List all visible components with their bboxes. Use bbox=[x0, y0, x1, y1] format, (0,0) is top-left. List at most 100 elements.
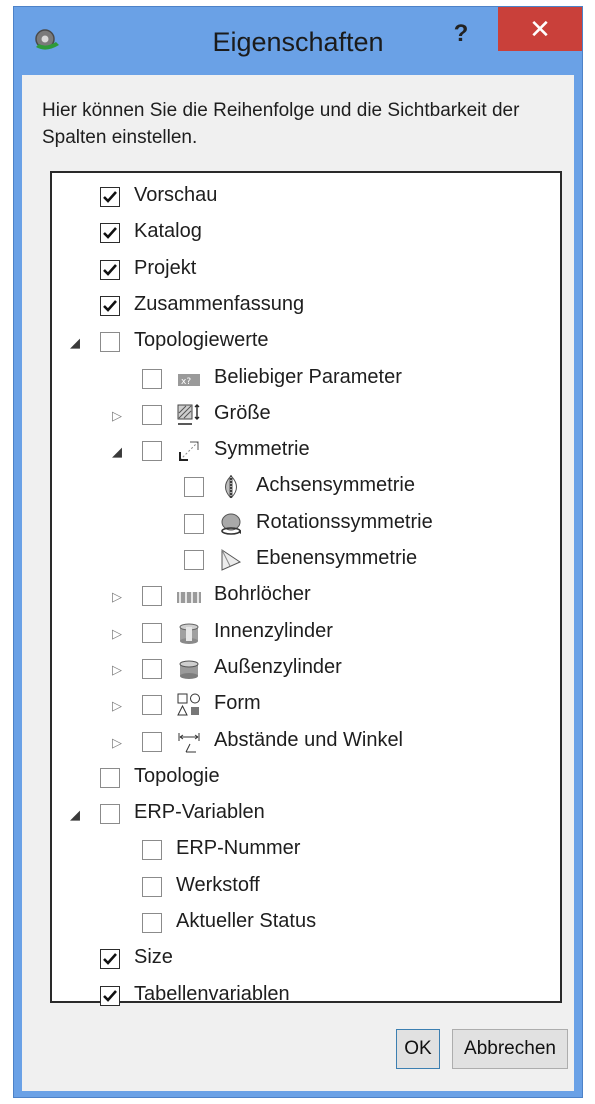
expand-arrow-icon[interactable]: ▷ bbox=[110, 589, 124, 605]
tree-item[interactable]: Werkstoff bbox=[52, 871, 560, 907]
tree-item-label: Aktueller Status bbox=[176, 910, 317, 932]
dialog-body: Hier können Sie die Reihenfolge und die … bbox=[22, 75, 574, 1091]
tree-item-label: Katalog bbox=[134, 220, 202, 243]
close-button[interactable]: ✕ bbox=[498, 7, 582, 51]
svg-text:x?: x? bbox=[181, 377, 191, 387]
expand-arrow-icon[interactable]: ▷ bbox=[110, 408, 124, 424]
tree-item[interactable]: ▷ Bohrlöcher bbox=[52, 580, 560, 616]
tree-item-checkbox[interactable] bbox=[142, 731, 162, 752]
tree-item[interactable]: ▷ Form bbox=[52, 689, 560, 725]
tree-item-checkbox[interactable] bbox=[142, 876, 162, 897]
tree-item-checkbox[interactable] bbox=[142, 368, 162, 389]
tree-item-label: Innenzylinder bbox=[214, 619, 333, 642]
distance-angle-icon bbox=[176, 729, 202, 755]
tree-item-checkbox[interactable] bbox=[142, 913, 162, 933]
tree-item[interactable]: x? Beliebiger Parameter bbox=[52, 363, 560, 399]
tree-item-checkbox[interactable] bbox=[142, 658, 162, 679]
tree-item-label: Topologiewerte bbox=[134, 329, 269, 352]
tree-item-checkbox[interactable] bbox=[142, 404, 162, 425]
collapse-arrow-icon[interactable]: ◢ bbox=[68, 335, 82, 351]
tree-item-checkbox[interactable] bbox=[100, 949, 120, 970]
shape-icon bbox=[176, 692, 202, 718]
tree-item-checkbox[interactable] bbox=[142, 840, 162, 861]
columns-tree[interactable]: Vorschau Katalog Projekt Zusammenfassung ◢ To… bbox=[50, 171, 562, 1006]
tree-item-label: Werkstoff bbox=[176, 873, 260, 896]
tree-item-checkbox[interactable] bbox=[184, 550, 204, 570]
description-text: Hier können Sie die Reihenfolge und die … bbox=[42, 100, 520, 148]
ok-button[interactable]: OK bbox=[396, 1029, 440, 1069]
parameter-icon: x? bbox=[176, 366, 202, 392]
tree-item[interactable]: ◢ Symmetrie bbox=[52, 435, 560, 471]
tree-item[interactable]: Size bbox=[52, 943, 560, 979]
expand-arrow-icon[interactable]: ▷ bbox=[110, 626, 124, 642]
tree-item[interactable]: ◢ ERP-Variablen bbox=[52, 798, 560, 834]
tree-item[interactable]: Ebenensymmetrie bbox=[52, 544, 560, 580]
tree-item-label: Projekt bbox=[134, 256, 197, 279]
tree-item-checkbox[interactable] bbox=[142, 695, 162, 716]
holes-icon bbox=[176, 583, 202, 609]
tree-item[interactable]: Achsensymmetrie bbox=[52, 471, 560, 507]
inner-cylinder-icon bbox=[176, 620, 202, 646]
expand-arrow-icon[interactable]: ▷ bbox=[110, 735, 124, 751]
outer-cylinder-icon bbox=[176, 656, 202, 682]
tree-item-label: Beliebiger Parameter bbox=[214, 365, 402, 388]
tree-item-checkbox[interactable] bbox=[100, 804, 120, 825]
tree-item[interactable]: ◢ Topologiewerte bbox=[52, 326, 560, 362]
tree-item[interactable]: Vorschau bbox=[52, 181, 560, 217]
cancel-button[interactable]: Abbrechen bbox=[452, 1029, 568, 1069]
size-icon bbox=[176, 402, 202, 428]
tree-item[interactable]: Katalog bbox=[52, 217, 560, 253]
tree-item-label: Tabellenvariablen bbox=[134, 982, 290, 1005]
tree-item-label: Size bbox=[134, 946, 173, 969]
tree-item[interactable]: Projekt bbox=[52, 254, 560, 290]
collapse-arrow-icon[interactable]: ◢ bbox=[68, 807, 82, 823]
tree-item-label: ERP-Variablen bbox=[134, 801, 265, 824]
tree-item[interactable]: Tabellenvariablen bbox=[52, 980, 560, 1016]
tree-item-label: Zusammenfassung bbox=[134, 292, 305, 315]
tree-item[interactable]: ▷ Außenzylinder bbox=[52, 653, 560, 689]
tree-item[interactable]: Aktueller Status bbox=[52, 907, 560, 943]
tree-item[interactable]: Rotationssymmetrie bbox=[52, 508, 560, 544]
tree-item-checkbox[interactable] bbox=[100, 259, 120, 280]
tree-item-label: Achsensymmetrie bbox=[256, 474, 415, 497]
tree-item-label: Ebenensymmetrie bbox=[256, 547, 418, 569]
tree-item-label: Größe bbox=[214, 401, 271, 424]
axis-symmetry-icon bbox=[218, 474, 244, 500]
tree-item-label: Topologie bbox=[134, 764, 220, 787]
tree-item-label: Vorschau bbox=[134, 184, 218, 206]
tree-item-label: Symmetrie bbox=[214, 438, 310, 461]
plane-symmetry-icon bbox=[218, 547, 244, 573]
tree-item-label: Abstände und Winkel bbox=[214, 728, 404, 751]
tree-item-label: Rotationssymmetrie bbox=[256, 510, 433, 533]
tree-item-checkbox[interactable] bbox=[184, 513, 204, 534]
expand-arrow-icon[interactable]: ▷ bbox=[110, 662, 124, 678]
expand-arrow-icon[interactable]: ▷ bbox=[110, 698, 124, 714]
tree-item[interactable]: ▷ Größe bbox=[52, 399, 560, 435]
properties-dialog: Eigenschaften ? ✕ Hier können Sie die Re… bbox=[13, 6, 583, 1098]
tree-item[interactable]: ERP-Nummer bbox=[52, 834, 560, 870]
tree-item-checkbox[interactable] bbox=[184, 477, 204, 498]
tree-item[interactable]: ▷ Innenzylinder bbox=[52, 617, 560, 653]
tree-item[interactable]: ▷ Abstände und Winkel bbox=[52, 726, 560, 762]
tree-item[interactable]: Zusammenfassung bbox=[52, 290, 560, 326]
tree-item-label: Form bbox=[214, 692, 261, 715]
tree-item-checkbox[interactable] bbox=[100, 295, 120, 316]
tree-item-checkbox[interactable] bbox=[100, 985, 120, 1006]
dialog-title: Eigenschaften bbox=[212, 27, 384, 57]
rotation-symmetry-icon bbox=[218, 511, 244, 537]
symmetry-icon bbox=[176, 438, 202, 464]
tree-item[interactable]: Topologie bbox=[52, 762, 560, 798]
tree-item-checkbox[interactable] bbox=[100, 187, 120, 207]
help-button[interactable]: ? bbox=[442, 19, 480, 53]
tree-item-checkbox[interactable] bbox=[100, 332, 120, 353]
tree-item-label: Bohrlöcher bbox=[214, 583, 311, 606]
tree-item-checkbox[interactable] bbox=[142, 441, 162, 462]
collapse-arrow-icon[interactable]: ◢ bbox=[110, 444, 124, 460]
tree-item-checkbox[interactable] bbox=[100, 223, 120, 244]
title-bar[interactable]: Eigenschaften ? ✕ bbox=[14, 7, 582, 75]
tree-item-checkbox[interactable] bbox=[142, 586, 162, 607]
tree-item-checkbox[interactable] bbox=[100, 767, 120, 788]
tree-item-label: ERP-Nummer bbox=[176, 837, 301, 860]
tree-item-checkbox[interactable] bbox=[142, 622, 162, 643]
tree-item-label: Außenzylinder bbox=[214, 655, 342, 678]
